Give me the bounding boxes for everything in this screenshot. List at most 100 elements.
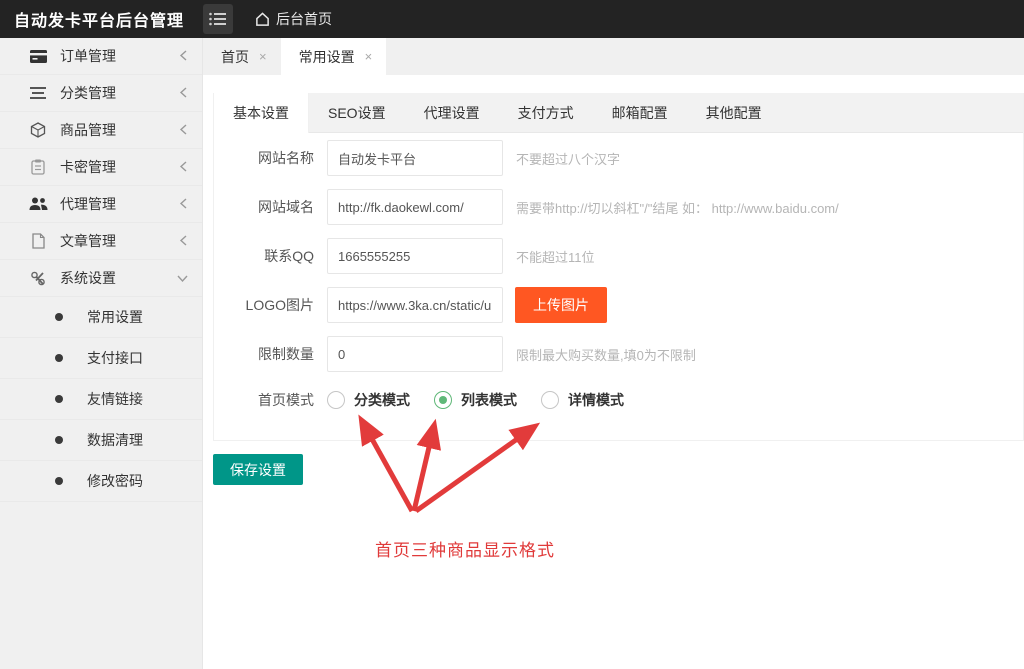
- contact-qq-input[interactable]: [327, 238, 503, 274]
- form-row-home-mode: 首页模式 分类模式 列表模式 详情模式: [214, 390, 1023, 410]
- radio-label: 分类模式: [354, 390, 410, 410]
- form-row-site-name: 网站名称 不要超过八个汉字: [214, 140, 1023, 176]
- tab-agent-settings[interactable]: 代理设置: [405, 93, 499, 132]
- agent-icon: [28, 195, 48, 213]
- limit-quantity-input[interactable]: [327, 336, 503, 372]
- form-row-contact-qq: 联系QQ 不能超过11位: [214, 238, 1023, 274]
- sidebar-subitem-change-password[interactable]: 修改密码: [0, 461, 202, 502]
- chevron-left-icon: [179, 122, 188, 138]
- radio-label: 详情模式: [568, 390, 624, 410]
- chevron-left-icon: [179, 48, 188, 64]
- tab-other-config[interactable]: 其他配置: [687, 93, 781, 132]
- chevron-left-icon: [179, 196, 188, 212]
- radio-unchecked-icon: [541, 391, 559, 409]
- bullet-icon: [55, 354, 63, 362]
- sidebar-subitem-label: 修改密码: [87, 471, 143, 491]
- tab-label: 首页: [221, 47, 249, 67]
- tab-basic-settings[interactable]: 基本设置: [214, 93, 309, 133]
- tab-label: 常用设置: [299, 47, 355, 67]
- sidebar-subitem-payment-interface[interactable]: 支付接口: [0, 338, 202, 379]
- bullet-icon: [55, 477, 63, 485]
- sidebar: 订单管理 分类管理 商品管理 卡密管理: [0, 38, 203, 669]
- field-hint: 限制最大购买数量,填0为不限制: [516, 345, 696, 364]
- sidebar-item-categories[interactable]: 分类管理: [0, 75, 202, 112]
- sidebar-item-orders[interactable]: 订单管理: [0, 38, 202, 75]
- home-nav-label: 后台首页: [276, 9, 332, 29]
- category-icon: [28, 84, 48, 102]
- sidebar-subitem-common-settings[interactable]: 常用设置: [0, 297, 202, 338]
- sidebar-subitem-label: 支付接口: [87, 348, 143, 368]
- bullet-icon: [55, 395, 63, 403]
- field-label: 限制数量: [214, 344, 327, 364]
- card-icon: [28, 158, 48, 176]
- radio-label: 列表模式: [461, 390, 517, 410]
- sidebar-item-system-settings[interactable]: 系统设置: [0, 260, 202, 297]
- radio-unchecked-icon: [327, 391, 345, 409]
- sidebar-item-label: 代理管理: [60, 194, 179, 214]
- radio-category-mode[interactable]: 分类模式: [327, 390, 410, 410]
- home-nav[interactable]: 后台首页: [255, 9, 332, 29]
- sidebar-subitem-label: 友情链接: [87, 389, 143, 409]
- tab-home[interactable]: 首页 ×: [203, 38, 281, 75]
- chevron-down-icon: [177, 270, 188, 286]
- topbar: 自动发卡平台后台管理 后台首页: [0, 0, 1024, 38]
- open-tabs-bar: 首页 × 常用设置 ×: [203, 38, 1024, 75]
- form-row-site-domain: 网站域名 需要带http://切以斜杠"/"结尾 如： http://www.b…: [214, 189, 1023, 225]
- tab-common-settings[interactable]: 常用设置 ×: [281, 38, 387, 75]
- order-icon: [28, 47, 48, 65]
- sidebar-item-agents[interactable]: 代理管理: [0, 186, 202, 223]
- field-hint: 需要带http://切以斜杠"/"结尾 如： http://www.baidu.…: [516, 198, 839, 217]
- field-hint: 不能超过11位: [516, 247, 595, 266]
- tab-payment-methods[interactable]: 支付方式: [499, 93, 593, 132]
- close-icon[interactable]: ×: [365, 49, 373, 64]
- tab-mailbox-config[interactable]: 邮箱配置: [593, 93, 687, 132]
- product-icon: [28, 121, 48, 139]
- app-title: 自动发卡平台后台管理: [0, 7, 203, 31]
- sidebar-item-label: 分类管理: [60, 83, 179, 103]
- sidebar-item-products[interactable]: 商品管理: [0, 112, 202, 149]
- field-hint: 不要超过八个汉字: [516, 149, 620, 168]
- sidebar-item-label: 系统设置: [60, 268, 177, 288]
- sidebar-subitem-label: 常用设置: [87, 307, 143, 327]
- site-domain-input[interactable]: [327, 189, 503, 225]
- basic-settings-form: 网站名称 不要超过八个汉字 网站域名 需要带http://切以斜杠"/"结尾 如…: [214, 133, 1023, 440]
- main-area: 首页 × 常用设置 × 基本设置 SEO设置 代理设置 支付方式 邮箱配置 其他…: [203, 38, 1024, 669]
- field-label: LOGO图片: [214, 295, 327, 315]
- radio-detail-mode[interactable]: 详情模式: [541, 390, 624, 410]
- sidebar-item-label: 订单管理: [60, 46, 179, 66]
- bullet-icon: [55, 436, 63, 444]
- sidebar-item-label: 商品管理: [60, 120, 179, 140]
- chevron-left-icon: [179, 159, 188, 175]
- site-name-input[interactable]: [327, 140, 503, 176]
- form-row-logo-image: LOGO图片 上传图片: [214, 287, 1023, 323]
- sidebar-subitem-label: 数据清理: [87, 430, 143, 450]
- sidebar-item-label: 文章管理: [60, 231, 179, 251]
- field-label: 联系QQ: [214, 246, 327, 266]
- hamburger-icon: [209, 12, 227, 26]
- sidebar-item-label: 卡密管理: [60, 157, 179, 177]
- field-label: 首页模式: [214, 390, 327, 410]
- close-icon[interactable]: ×: [259, 49, 267, 64]
- chevron-left-icon: [179, 233, 188, 249]
- chevron-left-icon: [179, 85, 188, 101]
- sidebar-item-cards[interactable]: 卡密管理: [0, 149, 202, 186]
- tab-seo-settings[interactable]: SEO设置: [309, 93, 405, 132]
- field-label: 网站域名: [214, 197, 327, 217]
- sidebar-subitem-data-cleanup[interactable]: 数据清理: [0, 420, 202, 461]
- article-icon: [28, 232, 48, 250]
- sidebar-item-articles[interactable]: 文章管理: [0, 223, 202, 260]
- upload-image-button[interactable]: 上传图片: [515, 287, 607, 323]
- annotation-text: 首页三种商品显示格式: [375, 536, 555, 561]
- radio-list-mode[interactable]: 列表模式: [434, 390, 517, 410]
- form-row-limit-quantity: 限制数量 限制最大购买数量,填0为不限制: [214, 336, 1023, 372]
- settings-icon: [28, 269, 48, 287]
- logo-url-input[interactable]: [327, 287, 503, 323]
- save-settings-button[interactable]: 保存设置: [213, 454, 303, 485]
- bullet-icon: [55, 313, 63, 321]
- home-icon: [255, 12, 270, 27]
- settings-panel: 基本设置 SEO设置 代理设置 支付方式 邮箱配置 其他配置 网站名称 不要超过…: [213, 93, 1024, 441]
- settings-tabs: 基本设置 SEO设置 代理设置 支付方式 邮箱配置 其他配置: [214, 93, 1023, 133]
- sidebar-subitem-friend-links[interactable]: 友情链接: [0, 379, 202, 420]
- field-label: 网站名称: [214, 148, 327, 168]
- menu-toggle-button[interactable]: [203, 4, 233, 34]
